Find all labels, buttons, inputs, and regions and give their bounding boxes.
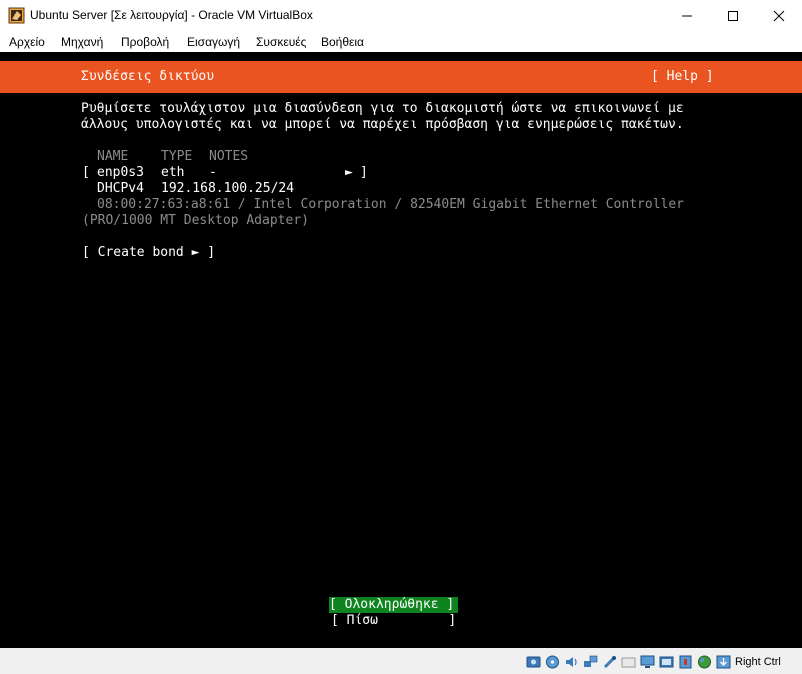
interface-notes: - (209, 165, 217, 180)
audio-icon[interactable] (564, 655, 579, 669)
done-button[interactable]: [ Ολοκληρώθηκε ] (329, 597, 458, 613)
network-icon[interactable] (583, 655, 598, 669)
intro-text-line-2: άλλους υπολογιστές και να μπορεί να παρέ… (81, 117, 684, 132)
virtualization-icon[interactable] (678, 655, 693, 669)
intro-text-line-1: Ρυθμίσετε τουλάχιστον μια διασύνδεση για… (81, 101, 684, 116)
interface-address-method: DHCPv4 (97, 181, 144, 196)
close-icon (773, 10, 785, 21)
menu-devices[interactable]: Συσκευές (256, 35, 306, 49)
create-bond-button[interactable]: [ Create bond ► ] (82, 245, 215, 261)
status-bar: Right Ctrl (0, 648, 802, 674)
vm-screen[interactable]: Συνδέσεις δικτύου [ Help ] Ρυθμίσετε του… (0, 52, 802, 648)
menu-file[interactable]: Αρχείο (9, 35, 45, 49)
column-header-name: NAME (97, 149, 129, 164)
mouse-integration-icon[interactable] (697, 655, 712, 669)
maximize-button[interactable] (710, 0, 756, 31)
page-title: Συνδέσεις δικτύου (81, 69, 215, 84)
interface-type: eth (161, 165, 185, 180)
menu-help[interactable]: Βοήθεια (321, 35, 364, 49)
installer-header: Συνδέσεις δικτύου [ Help ] (0, 61, 802, 93)
hard-disk-icon[interactable] (526, 655, 541, 669)
interface-menu-arrow-icon[interactable]: ► (345, 165, 353, 181)
window-title: Ubuntu Server [Σε λειτουργία] - Oracle V… (30, 8, 313, 22)
window-titlebar[interactable]: Ubuntu Server [Σε λειτουργία] - Oracle V… (0, 0, 802, 31)
recording-icon[interactable] (659, 655, 674, 669)
minimize-button[interactable] (664, 0, 710, 31)
keyboard-icon[interactable] (716, 655, 731, 669)
display-icon[interactable] (640, 655, 655, 669)
shared-folders-icon[interactable] (621, 655, 636, 669)
column-header-type: TYPE (161, 149, 193, 164)
interface-hardware-info-line-2: (PRO/1000 MT Desktop Adapter) (82, 213, 309, 228)
close-button[interactable] (756, 0, 802, 31)
interface-close-bracket: ] (360, 165, 368, 180)
column-header-notes: NOTES (209, 149, 249, 164)
menu-input[interactable]: Εισαγωγή (187, 35, 240, 49)
interface-hardware-info-line-1: 08:00:27:63:a8:61 / Intel Corporation / … (97, 197, 684, 212)
minimize-icon (682, 15, 692, 16)
interface-name: enp0s3 (97, 165, 144, 180)
maximize-icon (728, 10, 738, 21)
optical-disk-icon[interactable] (545, 655, 560, 669)
menu-view[interactable]: Προβολή (121, 35, 169, 49)
interface-address: 192.168.100.25/24 (161, 181, 295, 196)
usb-icon[interactable] (602, 655, 617, 669)
interface-open-bracket: [ (82, 165, 90, 180)
host-key-label: Right Ctrl (735, 656, 781, 668)
menu-bar: Αρχείο Μηχανή Προβολή Εισαγωγή Συσκευές … (0, 31, 802, 52)
back-button[interactable]: [ Πίσω ] (331, 613, 456, 629)
help-button[interactable]: [ Help ] (651, 69, 714, 84)
menu-machine[interactable]: Μηχανή (61, 35, 103, 49)
virtualbox-app-icon (8, 7, 25, 24)
